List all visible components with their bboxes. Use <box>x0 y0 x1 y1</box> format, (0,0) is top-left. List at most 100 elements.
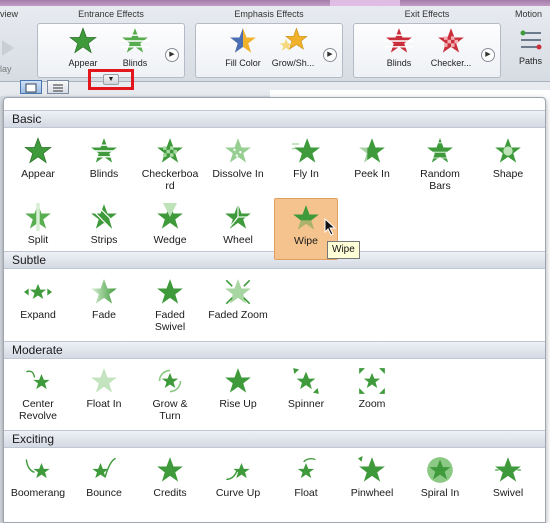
spinner-star-icon <box>293 368 319 394</box>
effect-peek-in[interactable]: Peek In <box>340 132 404 194</box>
ribbon-exit-blinds[interactable]: Blinds <box>373 24 425 82</box>
active-tab[interactable] <box>330 0 400 6</box>
normal-view-button[interactable] <box>20 80 42 94</box>
play-icon[interactable] <box>0 38 16 58</box>
ribbon-item-label: Fill Color <box>225 58 261 68</box>
effect-pinwheel[interactable]: Pinwheel <box>340 451 404 513</box>
float-in-star-icon <box>91 368 117 393</box>
effect-label: Split <box>27 234 49 246</box>
boomerang-star-icon <box>25 459 50 479</box>
effect-spinner[interactable]: Spinner <box>274 362 338 424</box>
emphasis-effects-group: Emphasis Effects Fill Color Grow/Sh... ▶ <box>195 8 343 80</box>
preview-group: view lay <box>0 8 18 80</box>
effect-grow-turn[interactable]: Grow & Turn <box>138 362 202 424</box>
wedge-star-icon <box>157 203 183 229</box>
exit-blinds-star-icon <box>385 28 413 53</box>
effect-zoom[interactable]: Zoom <box>340 362 404 424</box>
effect-random-bars[interactable]: Random Bars <box>408 132 472 194</box>
effect-label: Credits <box>153 487 187 499</box>
checkerboard-star-icon <box>438 28 464 53</box>
mouse-cursor-icon <box>324 218 336 236</box>
section-basic: Basic <box>4 110 545 128</box>
effect-label: Blinds <box>89 168 119 180</box>
effect-split[interactable]: Split <box>6 198 70 260</box>
exit-more-arrow-icon[interactable]: ▶ <box>481 48 495 62</box>
effect-label: Pinwheel <box>350 487 394 499</box>
effect-fly-in[interactable]: Fly In <box>274 132 338 194</box>
effect-curve-up[interactable]: Curve Up <box>206 451 270 513</box>
split-star-icon <box>25 203 51 231</box>
ribbon-grow-shrink[interactable]: Grow/Sh... <box>267 24 319 82</box>
effect-swivel[interactable]: Swivel <box>476 451 540 513</box>
ribbon-fill-color[interactable]: Fill Color <box>217 24 269 82</box>
effect-expand[interactable]: Expand <box>6 273 70 335</box>
blinds-star-icon <box>121 28 149 53</box>
effect-label: Bounce <box>86 487 122 499</box>
effect-label: Swivel <box>492 487 524 499</box>
effect-label: Float <box>294 487 318 499</box>
effect-rise-up[interactable]: Rise Up <box>206 362 270 424</box>
entrance-more-arrow-icon[interactable]: ▶ <box>165 48 179 62</box>
effect-strips[interactable]: Strips <box>72 198 136 260</box>
effect-checkerboard[interactable]: Checkerboa rd <box>138 132 202 194</box>
outline-view-button[interactable] <box>47 80 69 94</box>
effect-label: Random Bars <box>420 168 460 192</box>
effect-appear[interactable]: Appear <box>6 132 70 194</box>
expand-icon <box>24 283 52 299</box>
effect-bounce[interactable]: Bounce <box>72 451 136 513</box>
effect-label: Float In <box>86 398 122 410</box>
effect-dissolve-in[interactable]: Dissolve In <box>206 132 270 194</box>
spiral-in-star-icon <box>427 457 453 483</box>
dissolve-in-star-icon <box>225 138 251 163</box>
ribbon-item-label: Blinds <box>386 58 412 68</box>
effect-center-revolve[interactable]: Center Revolve <box>6 362 70 424</box>
animation-gallery: Basic Subtle Moderate Exciting Appear Bl… <box>3 97 546 523</box>
credits-star-icon <box>157 457 183 482</box>
float-star-icon <box>297 458 316 479</box>
gallery-dropdown-highlight[interactable]: ▼ <box>88 69 134 90</box>
effect-label: Grow & Turn <box>152 398 188 422</box>
fill-color-star-icon <box>230 28 256 53</box>
effect-label: Center Revolve <box>19 398 57 422</box>
effect-credits[interactable]: Credits <box>138 451 202 513</box>
effect-label: Zoom <box>358 398 386 410</box>
ribbon: view lay Entrance Effects Appear Blinds … <box>0 0 550 82</box>
ribbon-item-label: Blinds <box>122 58 148 68</box>
effect-boomerang[interactable]: Boomerang <box>6 451 70 513</box>
effect-shape[interactable]: Shape <box>476 132 540 194</box>
effect-faded-swivel[interactable]: Faded Swivel <box>138 273 202 335</box>
fade-star-icon <box>91 279 117 304</box>
effect-label: Faded Swivel <box>154 309 186 333</box>
blinds-star-icon <box>90 138 118 163</box>
effect-blinds[interactable]: Blinds <box>72 132 136 194</box>
effect-float[interactable]: Float <box>274 451 338 513</box>
dropdown-arrow-icon[interactable]: ▼ <box>103 74 119 85</box>
shape-star-icon <box>495 138 521 163</box>
fly-in-star-icon <box>292 138 320 163</box>
effect-label: Wedge <box>153 234 187 246</box>
paths-icon <box>520 30 541 50</box>
checkerboard-star-icon <box>157 138 183 163</box>
effect-label: Shape <box>492 168 524 180</box>
section-moderate: Moderate <box>4 341 545 359</box>
appear-star-icon <box>69 27 97 54</box>
ribbon-item-label: Paths <box>518 56 542 66</box>
pinwheel-star-icon <box>358 456 385 482</box>
ribbon-checkerboard[interactable]: Checker... <box>425 24 477 82</box>
effect-spiral-in[interactable]: Spiral In <box>408 451 472 513</box>
effect-label: Curve Up <box>215 487 261 499</box>
ribbon-tab-strip <box>0 0 550 6</box>
emphasis-more-arrow-icon[interactable]: ▶ <box>323 48 337 62</box>
ribbon-item-label: Grow/Sh... <box>271 58 315 68</box>
effect-fade[interactable]: Fade <box>72 273 136 335</box>
group-label: Motion <box>515 9 543 19</box>
play-label[interactable]: lay <box>0 64 12 74</box>
swivel-star-icon <box>495 457 521 482</box>
effect-label: Spiral In <box>420 487 460 499</box>
ribbon-paths[interactable]: Paths <box>511 24 550 82</box>
effect-wheel[interactable]: Wheel <box>206 198 270 260</box>
effect-float-in[interactable]: Float In <box>72 362 136 424</box>
strips-star-icon <box>89 203 119 231</box>
effect-faded-zoom[interactable]: Faded Zoom <box>206 273 270 335</box>
effect-wedge[interactable]: Wedge <box>138 198 202 260</box>
